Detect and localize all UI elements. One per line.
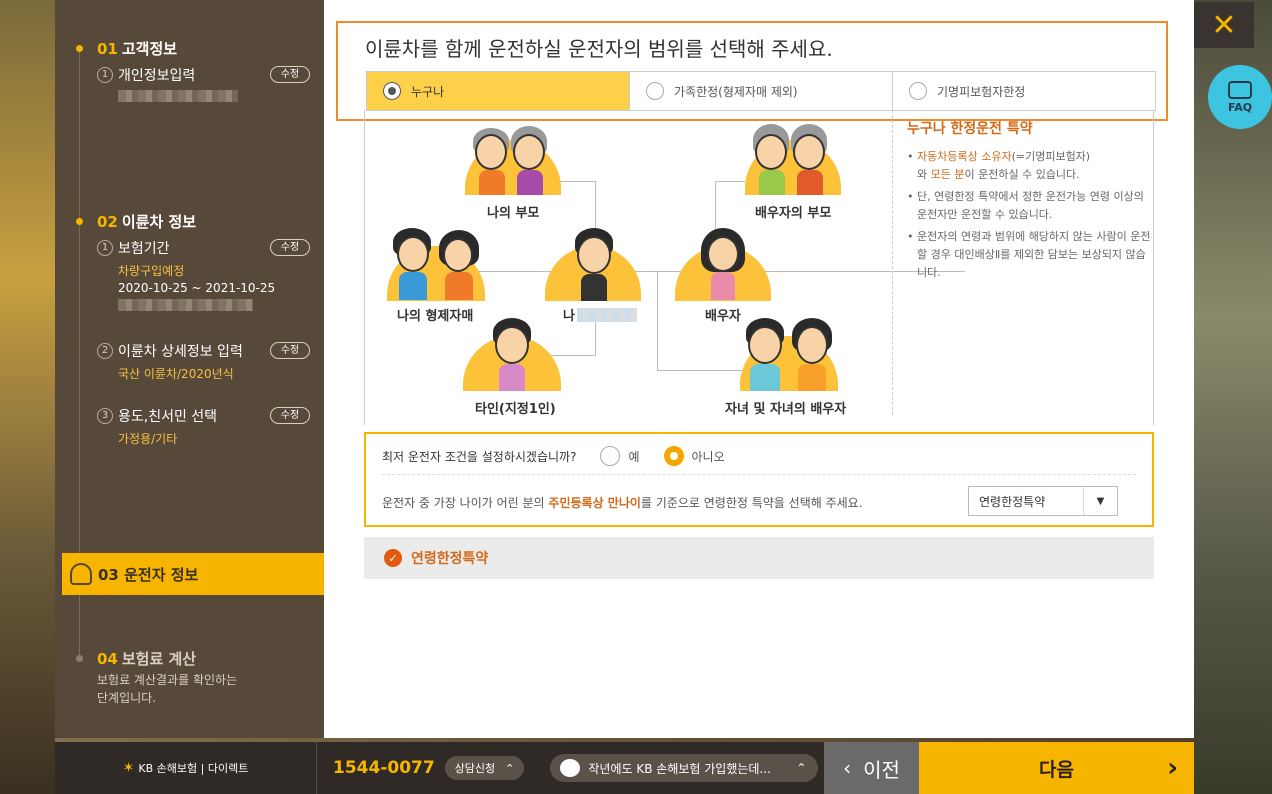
- step-1-title: 01 고객정보: [97, 40, 178, 58]
- vehicle-detail: 국산 이륜차/2020년식: [118, 367, 234, 381]
- check-icon: ✓: [384, 549, 402, 567]
- radio-icon: [909, 82, 927, 100]
- chevron-left-icon: ‹: [843, 756, 852, 780]
- question-title: 이륜차를 함께 운전하실 운전자의 범위를 선택해 주세요.: [365, 37, 833, 61]
- label-siblings: 나의 형제자매: [397, 309, 474, 324]
- background-left: [0, 0, 55, 794]
- close-button[interactable]: ✕: [1194, 2, 1254, 48]
- label-spouse-parents: 배우자의 부모: [755, 206, 832, 221]
- kb-logo: ✶ KB 손해보험 | 다이렉트: [55, 742, 317, 794]
- option-family[interactable]: 가족한정(형제자매 제외): [630, 72, 893, 110]
- condition-yes[interactable]: 예: [600, 446, 640, 466]
- sub-step-index: 1: [97, 67, 113, 83]
- sub-step-usage: 3 용도,친서민 선택: [97, 406, 217, 426]
- close-icon: ✕: [1211, 7, 1237, 43]
- label-other: 타인(지정1인): [475, 402, 556, 417]
- main-panel: 이륜차를 함께 운전하실 운전자의 범위를 선택해 주세요. 누구나 가족한정(…: [324, 0, 1194, 738]
- sub-step-insurance-period: 1 보험기간: [97, 238, 170, 258]
- chevron-up-icon: ⌃: [796, 761, 807, 775]
- min-driver-condition: 최저 운전자 조건을 설정하시겠습니까? 예 아니오 운전자 중 가장 나이가 …: [364, 432, 1154, 527]
- chevron-down-icon: ▼: [1083, 487, 1117, 515]
- radio-icon: [646, 82, 664, 100]
- masked-info: [118, 299, 253, 311]
- radio-icon: [383, 82, 401, 100]
- speech-bubble-icon: [560, 759, 581, 777]
- consult-button[interactable]: 상담신청 ⌃: [444, 756, 525, 780]
- usage-detail: 가정용/기타: [118, 432, 178, 446]
- step-4-desc: 보험료 계산결과를 확인하는 단계입니다.: [97, 673, 238, 705]
- masked-name: [576, 307, 637, 322]
- radio-icon: [600, 446, 621, 466]
- siblings-illustration: [387, 228, 487, 303]
- info-item-2: 단, 연령한정 특약에서 정한 운전가능 연령 이상의 운전자만 운전할 수 있…: [907, 188, 1152, 224]
- faq-button[interactable]: FAQ: [1208, 65, 1272, 129]
- spouse-illustration: [675, 228, 775, 303]
- step-dot: [76, 655, 83, 662]
- label-parents: 나의 부모: [487, 206, 540, 221]
- insurance-dates: 2020-10-25 ~ 2021-10-25: [118, 281, 276, 295]
- purchase-status: 차량구입예정: [118, 264, 185, 278]
- age-limit-special-bar[interactable]: ✓ 연령한정특약: [364, 537, 1154, 579]
- edit-personal-info-button[interactable]: 수정: [270, 66, 310, 83]
- other-illustration: [463, 318, 563, 393]
- spouse-parents-illustration: [745, 120, 845, 210]
- edit-vehicle-detail-button[interactable]: 수정: [270, 342, 310, 359]
- sub-step-personal-info: 1 개인정보입력: [97, 65, 195, 85]
- family-diagram: 나의 부모 배우자의 부모 나의 형제자매 나 배우자 타인(지정1인) 자녀 …: [364, 110, 1154, 425]
- age-limit-select[interactable]: 연령한정특약 ▼: [968, 486, 1118, 516]
- step-2-title: 02 이륜차 정보: [97, 213, 197, 231]
- step-dot: [76, 45, 83, 52]
- me-illustration: [545, 228, 645, 303]
- helmet-icon: [70, 563, 92, 585]
- radio-icon: [663, 446, 684, 466]
- children-illustration: [740, 318, 840, 393]
- label-spouse: 배우자: [705, 309, 741, 324]
- progress-sidebar: 01 고객정보 1 개인정보입력 수정 02 이륜차 정보 1 보험기간 수정 차량…: [55, 0, 324, 738]
- footer-bar: ✶ KB 손해보험 | 다이렉트 1544-0077 상담신청 ⌃ 작년에도 KB …: [55, 742, 1194, 794]
- edit-insurance-period-button[interactable]: 수정: [270, 239, 310, 256]
- divider: [382, 474, 1136, 475]
- next-button[interactable]: 다음 ›: [919, 742, 1194, 794]
- chevron-up-icon: ⌃: [505, 761, 515, 775]
- kb-star-icon: ✶: [122, 760, 135, 776]
- chevron-right-icon: ›: [1167, 753, 1178, 783]
- coverage-info: 누구나 한정운전 특약 자동차등록상 소유자(=기명피보험자)와 모든 분이 운…: [892, 110, 1152, 415]
- driver-scope-question: 이륜차를 함께 운전하실 운전자의 범위를 선택해 주세요. 누구나 가족한정(…: [336, 21, 1168, 121]
- step-4-title: 04 보험료 계산: [97, 650, 197, 668]
- condition-desc: 운전자 중 가장 나이가 어린 분의 주민등록상 만나이를 기준으로 연령한정 …: [382, 496, 863, 510]
- chat-icon: [1228, 80, 1252, 99]
- step-dot: [76, 218, 83, 225]
- edit-usage-button[interactable]: 수정: [270, 407, 310, 424]
- sub-step-vehicle-detail: 2 이륜차 상세정보 입력: [97, 341, 243, 361]
- option-anyone[interactable]: 누구나: [367, 72, 630, 110]
- label-children: 자녀 및 자녀의 배우자: [725, 402, 847, 417]
- active-step-driver-info: 03 운전자 정보: [62, 553, 324, 595]
- parents-illustration: [465, 120, 565, 210]
- condition-no[interactable]: 아니오: [663, 446, 725, 466]
- info-item-1: 자동차등록상 소유자(=기명피보험자)와 모든 분이 운전하실 수 있습니다.: [907, 148, 1152, 184]
- condition-question: 최저 운전자 조건을 설정하시겠습니까?: [382, 449, 577, 464]
- chat-ticker[interactable]: 작년에도 KB 손해보험 가입했는데... ⌃: [550, 754, 819, 782]
- driver-scope-options: 누구나 가족한정(형제자매 제외) 기명피보험자한정: [366, 71, 1156, 111]
- label-me: 나: [563, 305, 637, 324]
- info-item-3: 운전자의 연령과 범위에 해당하지 않는 사람이 운전할 경우 대인배상Ⅱ를 제…: [907, 228, 1152, 282]
- prev-button[interactable]: ‹ 이전: [824, 742, 919, 794]
- phone-number: 1544-0077: [333, 758, 435, 778]
- masked-info: [118, 90, 238, 102]
- option-named-insured[interactable]: 기명피보험자한정: [893, 72, 1155, 110]
- info-title: 누구나 한정운전 특약: [907, 121, 1033, 137]
